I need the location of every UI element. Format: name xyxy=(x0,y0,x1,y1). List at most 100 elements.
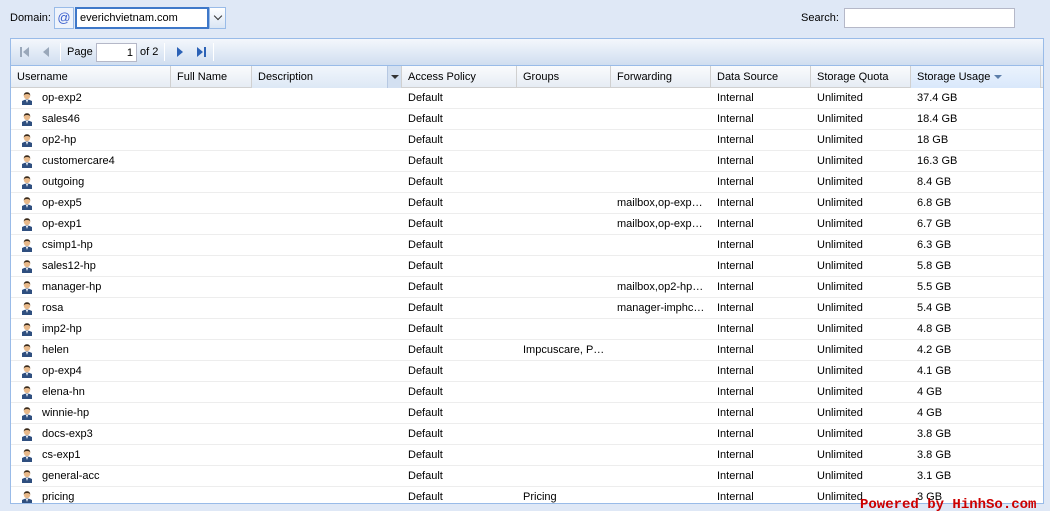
cell-full-name xyxy=(171,382,252,403)
cell-description xyxy=(252,235,402,256)
column-menu-icon[interactable] xyxy=(387,66,401,88)
cell-storage-quota: Unlimited xyxy=(817,344,863,356)
cell-groups xyxy=(517,382,611,403)
cell-storage-usage: 6.8 GB xyxy=(917,197,952,209)
cell-groups xyxy=(517,109,611,130)
table-row[interactable]: rosa Default manager-imphc… Internal Unlimit… xyxy=(11,298,1043,319)
cell-access-policy: Default xyxy=(408,344,443,356)
table-row[interactable]: op-exp2 Default Internal Unlimited 37.4 GB xyxy=(11,88,1043,109)
cell-access-policy: Default xyxy=(408,239,443,251)
cell-username: general-acc xyxy=(42,470,100,482)
powered-by-text: Powered by HinhSo.com xyxy=(860,497,1037,511)
cell-data-source: Internal xyxy=(717,92,754,104)
cell-data-source: Internal xyxy=(717,386,754,398)
table-row[interactable]: sales46 Default Internal Unlimited 18.4 GB xyxy=(11,109,1043,130)
cell-data-source: Internal xyxy=(717,323,754,335)
table-row[interactable]: cs-exp1 Default Internal Unlimited 3.8 GB xyxy=(11,445,1043,466)
next-page-icon[interactable] xyxy=(172,44,188,60)
search-label: Search: xyxy=(801,12,839,24)
cell-full-name xyxy=(171,277,252,298)
user-icon xyxy=(21,385,33,399)
table-row[interactable]: elena-hn Default Internal Unlimited 4 GB xyxy=(11,382,1043,403)
page-number-input[interactable] xyxy=(96,43,137,62)
cell-description xyxy=(252,172,402,193)
domain-input[interactable] xyxy=(75,7,209,29)
cell-forwarding xyxy=(611,172,711,193)
cell-data-source: Internal xyxy=(717,407,754,419)
table-row[interactable]: manager-hp Default mailbox,op2-hp… Internal… xyxy=(11,277,1043,298)
cell-access-policy: Default xyxy=(408,428,443,440)
cell-storage-usage: 5.5 GB xyxy=(917,281,952,293)
cell-full-name xyxy=(171,130,252,151)
cell-data-source: Internal xyxy=(717,470,754,482)
cell-description xyxy=(252,193,402,214)
user-icon xyxy=(21,406,33,420)
search-input[interactable] xyxy=(844,8,1015,28)
column-header-description[interactable]: Description xyxy=(252,66,402,88)
cell-storage-quota: Unlimited xyxy=(817,197,863,209)
cell-forwarding: manager-imphc… xyxy=(617,302,705,314)
cell-username: pricing xyxy=(42,491,75,503)
table-row[interactable]: outgoing Default Internal Unlimited 8.4 GB xyxy=(11,172,1043,193)
table-row[interactable]: customercare4 Default Internal Unlimited 16.… xyxy=(11,151,1043,172)
table-row[interactable]: helen Default Impcuscare, P… Internal Unlimi… xyxy=(11,340,1043,361)
user-icon xyxy=(21,427,33,441)
grid-header: Username Full Name Description Access Po… xyxy=(11,66,1043,88)
table-row[interactable]: op-exp1 Default mailbox,op-exp… Internal Unl… xyxy=(11,214,1043,235)
users-grid: Page of 2 Username Full Name Description… xyxy=(10,38,1044,504)
cell-storage-quota: Unlimited xyxy=(817,155,863,167)
cell-username: outgoing xyxy=(42,176,85,188)
cell-username: op-exp2 xyxy=(42,92,82,104)
cell-groups xyxy=(517,445,611,466)
user-icon xyxy=(21,364,33,378)
table-row[interactable]: winnie-hp Default Internal Unlimited 4 GB xyxy=(11,403,1043,424)
table-row[interactable]: sales12-hp Default Internal Unlimited 5.8 GB xyxy=(11,256,1043,277)
table-row[interactable]: general-acc Default Internal Unlimited 3.1 G… xyxy=(11,466,1043,487)
column-header-data-source[interactable]: Data Source xyxy=(711,66,811,88)
table-row[interactable]: imp2-hp Default Internal Unlimited 4.8 GB xyxy=(11,319,1043,340)
cell-storage-usage: 3.8 GB xyxy=(917,428,952,440)
column-header-forwarding[interactable]: Forwarding xyxy=(611,66,711,88)
table-row[interactable]: op-exp5 Default mailbox,op-exp… Internal Unl… xyxy=(11,193,1043,214)
prev-page-icon[interactable] xyxy=(38,44,54,60)
cell-full-name xyxy=(171,298,252,319)
cell-storage-usage: 18 GB xyxy=(917,134,949,146)
cell-username: docs-exp3 xyxy=(42,428,93,440)
chevron-down-icon[interactable] xyxy=(209,7,226,29)
column-header-storage-usage[interactable]: Storage Usage xyxy=(911,66,1041,88)
domain-combo[interactable]: @ xyxy=(54,7,226,29)
cell-data-source: Internal xyxy=(717,344,754,356)
cell-access-policy: Default xyxy=(408,365,443,377)
first-page-icon[interactable] xyxy=(17,44,33,60)
cell-groups xyxy=(517,88,611,109)
cell-storage-quota: Unlimited xyxy=(817,302,863,314)
cell-username: elena-hn xyxy=(42,386,85,398)
cell-storage-usage: 5.8 GB xyxy=(917,260,952,272)
user-icon xyxy=(21,469,33,483)
cell-groups xyxy=(517,214,611,235)
cell-forwarding: mailbox,op2-hp… xyxy=(617,281,704,293)
column-header-username[interactable]: Username xyxy=(11,66,171,88)
table-row[interactable]: csimp1-hp Default Internal Unlimited 6.3 GB xyxy=(11,235,1043,256)
last-page-icon[interactable] xyxy=(193,44,209,60)
domain-label: Domain: xyxy=(10,12,51,24)
column-header-storage-quota[interactable]: Storage Quota xyxy=(811,66,911,88)
cell-groups xyxy=(517,403,611,424)
cell-forwarding xyxy=(611,235,711,256)
user-icon xyxy=(21,259,33,273)
cell-groups: Impcuscare, P… xyxy=(523,344,605,356)
cell-full-name xyxy=(171,361,252,382)
column-header-access-policy[interactable]: Access Policy xyxy=(402,66,517,88)
table-row[interactable]: op-exp4 Default Internal Unlimited 4.1 GB xyxy=(11,361,1043,382)
cell-data-source: Internal xyxy=(717,428,754,440)
column-header-full-name[interactable]: Full Name xyxy=(171,66,252,88)
cell-storage-usage: 4.8 GB xyxy=(917,323,952,335)
cell-groups xyxy=(517,256,611,277)
column-header-groups[interactable]: Groups xyxy=(517,66,611,88)
cell-description xyxy=(252,403,402,424)
cell-username: csimp1-hp xyxy=(42,239,93,251)
table-row[interactable]: op2-hp Default Internal Unlimited 18 GB xyxy=(11,130,1043,151)
cell-groups xyxy=(517,193,611,214)
table-row[interactable]: docs-exp3 Default Internal Unlimited 3.8 GB xyxy=(11,424,1043,445)
user-icon xyxy=(21,91,33,105)
